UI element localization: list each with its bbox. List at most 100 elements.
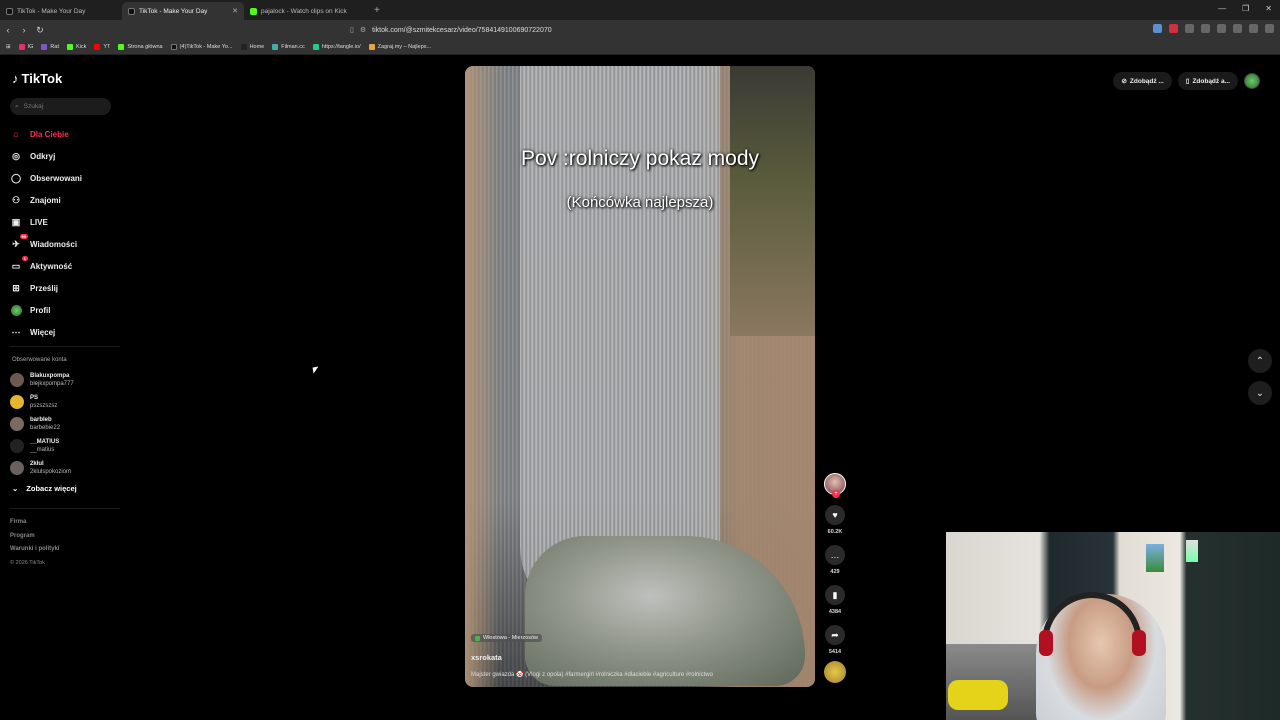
get-coins-button[interactable]: ⊘ Zdobądź ... <box>1113 72 1172 90</box>
nav-item-profil[interactable]: Profil <box>10 299 82 321</box>
nav-item-dla-ciebie[interactable]: ⌂ Dla Ciebie <box>10 123 82 145</box>
video-author[interactable]: xsrokata <box>471 653 502 662</box>
nav-item-live[interactable]: ▣ LIVE <box>10 211 82 233</box>
apps-icon[interactable]: ⊞ <box>6 44 11 50</box>
bookmark-tangle[interactable]: https://tangle.io/ <box>312 44 361 50</box>
bookmark-home[interactable]: Home <box>240 44 264 50</box>
followed-account[interactable]: PS pszszszsz <box>10 391 74 413</box>
forward-icon[interactable]: › <box>16 25 32 35</box>
bookmark-ig[interactable]: IG <box>18 44 33 50</box>
like-button[interactable]: ♥ <box>825 505 845 525</box>
followed-account[interactable]: Blakuxpompa blejkxpompa777 <box>10 369 74 391</box>
nav-item-znajomi[interactable]: ⚇ Znajomi <box>10 189 82 211</box>
follow-plus-icon[interactable]: + <box>832 490 840 498</box>
divider <box>10 346 120 347</box>
avatar <box>10 417 24 431</box>
next-video-button[interactable]: ⌄ <box>1248 381 1272 405</box>
music-disc-icon[interactable] <box>824 661 846 683</box>
top-right-actions: ⊘ Zdobądź ... ▯ Zdobądź a... <box>1113 72 1260 90</box>
bookmark-rat[interactable]: Rat <box>41 44 59 50</box>
nav-item-odkryj[interactable]: ◎ Odkryj <box>10 145 82 167</box>
bookmark-tiktok[interactable]: (4)TikTok - Make Yo... <box>170 44 233 50</box>
close-tab-icon[interactable]: ✕ <box>232 7 238 15</box>
chevron-down-icon: ⌄ <box>12 484 19 493</box>
comment-button[interactable]: … <box>825 545 845 565</box>
share-count: 5414 <box>828 649 842 655</box>
see-more-button[interactable]: ⌄ Zobacz więcej <box>12 484 77 493</box>
close-window-icon[interactable]: ✕ <box>1265 4 1272 13</box>
headset-earcup <box>1132 630 1146 656</box>
extensions-area <box>1153 24 1274 33</box>
followed-account[interactable]: __MATIUS __matius <box>10 435 74 457</box>
nav-item-aktywnosc[interactable]: ▭ 1 Aktywność <box>10 255 82 277</box>
location-icon <box>475 635 480 641</box>
bookmark-yt[interactable]: YT <box>94 44 110 50</box>
video-caption-sub: (Końcówka najlepsza) <box>566 194 714 211</box>
bookmark-icon: ▮ <box>832 589 838 600</box>
tiktok-icon <box>6 7 13 15</box>
search-icon: ⌕ <box>15 102 19 110</box>
tiktok-logo[interactable]: ♪ TikTok <box>12 71 62 86</box>
nav-item-przeslij[interactable]: ⊞ Prześlij <box>10 277 82 299</box>
followed-account[interactable]: barbleb barbebie22 <box>10 413 74 435</box>
tab-label: TikTok - Make Your Day <box>139 7 208 15</box>
extension-icon[interactable] <box>1153 24 1162 33</box>
restore-icon[interactable]: ❐ <box>1242 4 1249 13</box>
bookmark-strona[interactable]: Strona główna <box>118 44 163 50</box>
footer-link[interactable]: Firma <box>10 516 59 530</box>
bookmark-icon[interactable]: ▯ <box>350 26 354 34</box>
upload-icon: ⊞ <box>12 282 20 293</box>
previous-video-button[interactable]: ⌃ <box>1248 349 1272 373</box>
tiktok-note-icon: ♪ <box>12 71 19 86</box>
copyright: © 2026 TikTok <box>10 559 45 566</box>
kick-icon <box>250 7 257 15</box>
bookmark-filman[interactable]: Filman.cc <box>272 44 305 50</box>
comment-icon: … <box>830 550 840 560</box>
browser-tab[interactable]: pajalock - Watch clips on Kick <box>244 2 366 20</box>
shield-icon[interactable] <box>1249 24 1258 33</box>
back-icon[interactable]: ‹ <box>0 25 16 35</box>
window-controls: — ❐ ✕ <box>1218 4 1272 13</box>
author-avatar[interactable]: + <box>824 473 846 498</box>
browser-tab-active[interactable]: TikTok - Make Your Day ✕ <box>122 2 244 20</box>
activity-badge: 1 <box>21 256 28 261</box>
site-info-icon[interactable]: ⚙ <box>360 26 366 34</box>
extension-icon[interactable] <box>1169 24 1178 33</box>
minimize-icon[interactable]: — <box>1218 4 1226 13</box>
menu-icon[interactable] <box>1265 24 1274 33</box>
nav-item-wiecej[interactable]: ⋯ Więcej <box>10 321 82 343</box>
profile-avatar[interactable] <box>1244 73 1260 89</box>
extension-icon[interactable] <box>1185 24 1194 33</box>
footer-link[interactable]: Warunki i polityki <box>10 543 59 557</box>
new-tab-button[interactable]: + <box>374 5 380 16</box>
bookmark-zagraj[interactable]: Zagraj.my – Najleps... <box>368 44 431 50</box>
messages-icon: ✈ 99 <box>12 234 28 249</box>
url-field[interactable]: ▯ ⚙ tiktok.com/@szmitekcesarz/video/7584… <box>350 23 910 37</box>
profile-icon <box>10 304 22 316</box>
extension-icon[interactable] <box>1217 24 1226 33</box>
browser-tab[interactable]: TikTok - Make Your Day <box>0 2 122 20</box>
nav-item-wiadomosci[interactable]: ✈ 99 Wiadomości <box>10 233 82 255</box>
followed-accounts-list: Blakuxpompa blejkxpompa777 PS pszszszsz ba… <box>10 369 74 479</box>
activity-icon: ▭ 1 <box>11 256 28 271</box>
reload-icon[interactable]: ↻ <box>32 25 48 36</box>
video-player[interactable]: Pov :rolniczy pokaz mody (Końcówka najle… <box>465 66 815 687</box>
coin-icon: ⊘ <box>1121 78 1127 85</box>
get-app-button[interactable]: ▯ Zdobądź a... <box>1177 72 1238 90</box>
extension-icon[interactable] <box>1201 24 1210 33</box>
location-tag[interactable]: Włostowa - Mierzosów <box>471 634 543 642</box>
save-button[interactable]: ▮ <box>825 585 845 605</box>
share-button[interactable]: ➦ <box>825 625 845 645</box>
share-icon: ➦ <box>831 629 839 640</box>
action-bar: + ♥ 60.2K … 429 ▮ 4384 ➦ 5414 <box>823 473 847 683</box>
home-icon: ⌂ <box>13 129 19 139</box>
followed-account[interactable]: 2kłul 2klulspokoziom <box>10 457 74 479</box>
following-icon: ◯ <box>10 172 22 183</box>
music-icon[interactable] <box>1233 24 1242 33</box>
bookmark-kick[interactable]: Kick <box>66 44 86 50</box>
nav-item-obserwowani[interactable]: ◯ Obserwowani <box>10 167 82 189</box>
footer-link[interactable]: Program <box>10 530 59 544</box>
followed-accounts-title: Obserwowane konta <box>12 357 67 363</box>
search-input[interactable]: ⌕ Szukaj <box>10 98 111 115</box>
browser-tab-bar: TikTok - Make Your Day TikTok - Make You… <box>0 0 1280 20</box>
